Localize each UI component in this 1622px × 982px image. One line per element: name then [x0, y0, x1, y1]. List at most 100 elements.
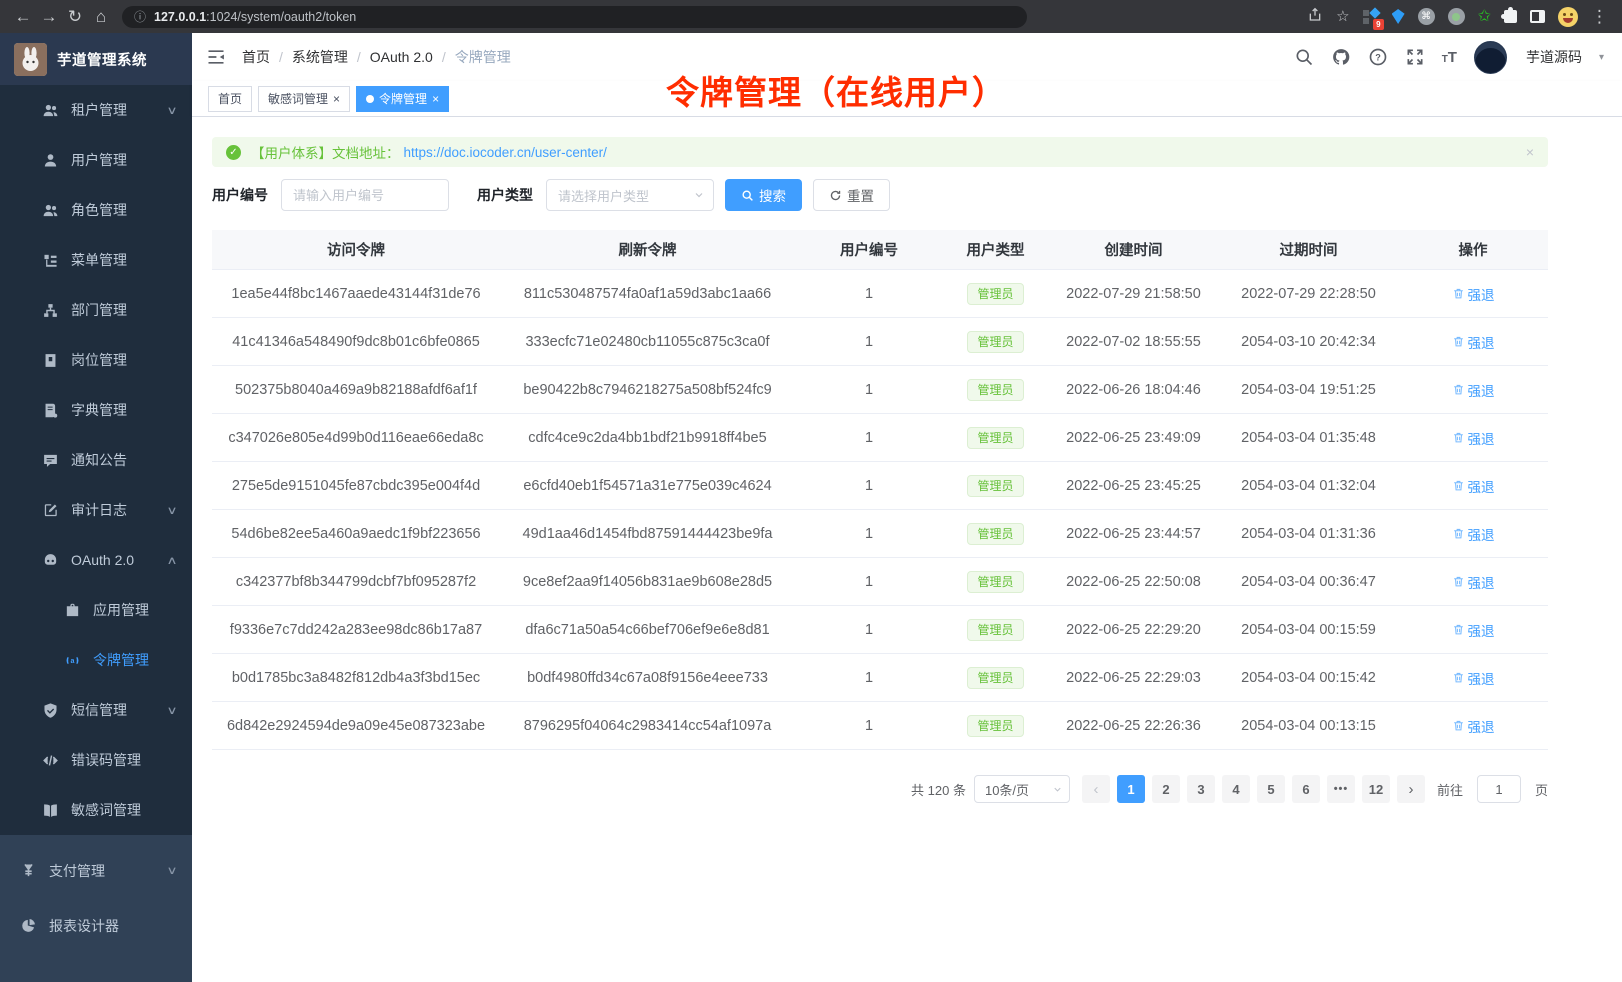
- help-icon[interactable]: ?: [1368, 47, 1388, 67]
- sms-shield-icon: [42, 702, 59, 719]
- user-type-tag: 管理员: [967, 523, 1023, 545]
- forward-icon[interactable]: →: [36, 7, 62, 27]
- force-logout-button[interactable]: 强退: [1452, 332, 1495, 352]
- user-id: 1: [795, 670, 943, 686]
- font-size-icon[interactable]: TT: [1442, 49, 1457, 66]
- user-avatar[interactable]: [1474, 41, 1507, 74]
- caret-down-icon[interactable]: ▾: [1599, 52, 1604, 63]
- sidebar-item[interactable]: 岗位管理: [0, 335, 192, 385]
- doc-link[interactable]: https://doc.iocoder.cn/user-center/: [404, 145, 607, 160]
- app-logo-bar[interactable]: 芋道管理系统: [0, 33, 192, 85]
- search-button[interactable]: 搜索: [725, 179, 802, 211]
- sidebar-item[interactable]: OAuth 2.0 ∧: [0, 535, 192, 585]
- user-icon: [42, 152, 59, 169]
- table-row: b0d1785bc3a8482f812db4a3f3bd15ec b0df498…: [212, 654, 1548, 702]
- total-count: 共 120 条: [911, 780, 966, 799]
- force-logout-button[interactable]: 强退: [1452, 716, 1495, 736]
- force-logout-button[interactable]: 强退: [1452, 668, 1495, 688]
- sidebar-item[interactable]: 字典管理: [0, 385, 192, 435]
- close-icon[interactable]: ×: [432, 93, 439, 105]
- page-button-active[interactable]: 1: [1117, 775, 1145, 803]
- browser-menu-icon[interactable]: ⋮: [1591, 8, 1608, 25]
- force-logout-button[interactable]: 强退: [1452, 284, 1495, 304]
- sidebar-item[interactable]: 报表设计器: [0, 898, 192, 953]
- share-icon[interactable]: [1307, 7, 1323, 26]
- username: 芋道源码: [1526, 47, 1582, 67]
- back-icon[interactable]: ←: [10, 7, 36, 27]
- sidebar-collapse-icon[interactable]: [206, 47, 226, 67]
- expire-time: 2054-03-04 00:13:15: [1219, 718, 1398, 734]
- sidebar-item[interactable]: 通知公告: [0, 435, 192, 485]
- github-icon[interactable]: [1331, 47, 1351, 67]
- sidebar-item[interactable]: 应用管理: [0, 585, 192, 635]
- breadcrumb-home[interactable]: 首页: [242, 47, 270, 67]
- side-panel-icon[interactable]: [1530, 10, 1545, 23]
- page-size-select[interactable]: 10条/页: [974, 775, 1070, 803]
- pay-yen-icon: [20, 862, 37, 879]
- tab-home[interactable]: 首页: [208, 86, 252, 112]
- page-button[interactable]: 3: [1187, 775, 1215, 803]
- url-bar[interactable]: ⓘ 127.0.0.1:1024/system/oauth2/token: [122, 6, 1027, 28]
- next-page-button[interactable]: ›: [1397, 775, 1425, 803]
- user-type-tag: 管理员: [967, 331, 1023, 353]
- breadcrumb-system[interactable]: 系统管理: [292, 47, 348, 67]
- extension-grid-icon[interactable]: 9: [1363, 9, 1379, 25]
- force-logout-button[interactable]: 强退: [1452, 380, 1495, 400]
- alert-close-icon[interactable]: ×: [1526, 144, 1534, 160]
- sidebar-item[interactable]: 租户管理 ∨: [0, 85, 192, 135]
- search-icon[interactable]: [1294, 47, 1314, 67]
- force-logout-button[interactable]: 强退: [1452, 524, 1495, 544]
- prev-page-button[interactable]: ‹: [1082, 775, 1110, 803]
- sidebar-item[interactable]: 用户管理: [0, 135, 192, 185]
- page-button[interactable]: 5: [1257, 775, 1285, 803]
- breadcrumb-oauth[interactable]: OAuth 2.0: [370, 49, 433, 65]
- reload-icon[interactable]: ↻: [62, 7, 88, 27]
- table-row: 41c41346a548490f9dc8b01c6bfe0865 333ecfc…: [212, 318, 1548, 366]
- table-row: 6d842e2924594de9a09e45e087323abe 8796295…: [212, 702, 1548, 750]
- access-token: 1ea5e44f8bc1467aaede43144f31de76: [212, 286, 500, 302]
- bookmark-star-icon[interactable]: ☆: [1336, 9, 1349, 24]
- page-button[interactable]: 12: [1362, 775, 1390, 803]
- create-time: 2022-06-25 23:49:09: [1048, 430, 1219, 446]
- user-type-select[interactable]: 请选择用户类型: [546, 179, 714, 211]
- user-id-input[interactable]: [281, 179, 449, 211]
- page-button[interactable]: 4: [1222, 775, 1250, 803]
- force-logout-button[interactable]: 强退: [1452, 620, 1495, 640]
- chevron-icon: ∨: [166, 704, 177, 717]
- force-logout-button[interactable]: 强退: [1452, 572, 1495, 592]
- home-icon[interactable]: ⌂: [88, 7, 114, 27]
- sidebar-item[interactable]: 错误码管理: [0, 735, 192, 785]
- sidebar-item[interactable]: 支付管理 ∨: [0, 843, 192, 898]
- extensions-puzzle-icon[interactable]: [1504, 10, 1517, 23]
- page-button[interactable]: 2: [1152, 775, 1180, 803]
- force-logout-button[interactable]: 强退: [1452, 476, 1495, 496]
- reset-button[interactable]: 重置: [813, 179, 890, 211]
- page-button[interactable]: •••: [1327, 775, 1355, 803]
- fullscreen-icon[interactable]: [1405, 47, 1425, 67]
- sidebar-item[interactable]: 角色管理: [0, 185, 192, 235]
- site-info-icon[interactable]: ⓘ: [134, 8, 146, 25]
- profile-avatar-icon[interactable]: [1558, 7, 1578, 27]
- goto-page-input[interactable]: [1477, 775, 1521, 803]
- force-logout-button[interactable]: 强退: [1452, 428, 1495, 448]
- post-badge-icon: [42, 352, 59, 369]
- extension-star-icon[interactable]: ✩: [1478, 9, 1491, 25]
- extension-command-icon[interactable]: ⌘: [1418, 8, 1435, 25]
- extension-record-icon[interactable]: [1448, 8, 1465, 25]
- close-icon[interactable]: ×: [333, 93, 340, 105]
- expire-time: 2054-03-04 00:36:47: [1219, 574, 1398, 590]
- app-title: 芋道管理系统: [57, 49, 147, 70]
- tab-sensitive-words[interactable]: 敏感词管理 ×: [258, 86, 350, 112]
- sidebar-item[interactable]: 部门管理: [0, 285, 192, 335]
- role-users-icon: [42, 202, 59, 219]
- sidebar-item[interactable]: 短信管理 ∨: [0, 685, 192, 735]
- svg-text:a: a: [71, 656, 75, 664]
- sidebar-menu: 租户管理 ∨ 用户管理 角色管理: [0, 85, 192, 835]
- sidebar-item[interactable]: 审计日志 ∨: [0, 485, 192, 535]
- tab-token-management[interactable]: 令牌管理 ×: [356, 86, 449, 112]
- extension-gem-icon[interactable]: [1392, 9, 1405, 24]
- sidebar-item[interactable]: a 令牌管理: [0, 635, 192, 685]
- sidebar-item[interactable]: 菜单管理: [0, 235, 192, 285]
- page-button[interactable]: 6: [1292, 775, 1320, 803]
- sidebar-item[interactable]: 敏感词管理: [0, 785, 192, 835]
